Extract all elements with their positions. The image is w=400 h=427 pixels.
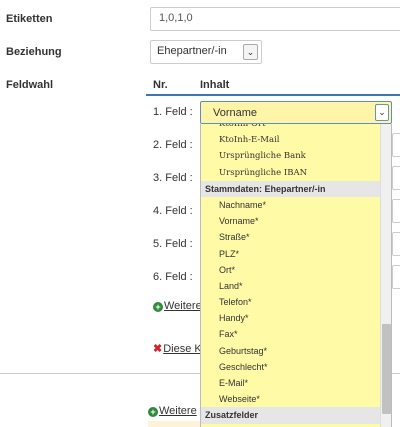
row-label-3: 3. Feld : (153, 172, 193, 184)
row-label-2: 2. Feld : (153, 139, 193, 151)
row-label-1: 1. Feld : (153, 106, 193, 118)
beziehung-select-value: Ehepartner/-in (157, 45, 227, 57)
chevron-down-icon[interactable]: ⌄ (243, 44, 258, 60)
dropdown-group-header: Zusatzfelder (201, 407, 381, 424)
dropdown-option[interactable]: Ursprüngliche IBAN (201, 165, 381, 181)
dropdown-options: KtoInh-Ort KtoInh-E-Mail Ursprüngliche Ban… (201, 124, 381, 424)
add-more-link-label: Weitere (159, 405, 197, 417)
add-more-link[interactable]: + Weitere (148, 405, 197, 417)
dropdown-option[interactable]: KtoInh-E-Mail (201, 132, 381, 148)
dropdown-option[interactable]: PLZ* (201, 246, 381, 262)
field-select-2[interactable] (392, 133, 400, 157)
notice-strip (148, 421, 200, 427)
scrollbar-thumb[interactable] (382, 324, 391, 414)
dropdown-option[interactable]: Ursprüngliche Bank (201, 148, 381, 164)
feldwahl-label: Feldwahl (6, 79, 54, 91)
row-label-5: 5. Feld : (153, 238, 193, 250)
delete-x-icon: ✖ (153, 343, 163, 355)
dropdown-option[interactable]: Vorname* (201, 213, 381, 229)
column-header-nr: Nr. (153, 79, 168, 91)
field-select-1[interactable]: Vorname ⌄ (200, 101, 392, 124)
dropdown-option[interactable]: Nachname* (201, 197, 381, 213)
add-field-link-label: Weitere (164, 300, 202, 312)
field-select-5[interactable] (392, 232, 400, 256)
row-label-4: 4. Feld : (153, 205, 193, 217)
etiketten-input[interactable]: 1,0,1,0 (150, 7, 400, 31)
dropdown-option[interactable]: Webseite* (201, 391, 381, 407)
dropdown-option[interactable]: Straße* (201, 229, 381, 245)
dropdown-option[interactable]: Fax* (201, 326, 381, 342)
beziehung-select[interactable]: Ehepartner/-in ⌄ (150, 40, 262, 64)
dropdown-option[interactable]: Geburtstag* (201, 343, 381, 359)
add-field-link[interactable]: + Weitere (153, 300, 202, 312)
chevron-down-icon[interactable]: ⌄ (375, 104, 389, 121)
etiketten-label: Etiketten (6, 13, 53, 25)
field-dropdown-list[interactable]: KtoInh-Ort KtoInh-E-Mail Ursprüngliche Ban… (200, 124, 392, 427)
dropdown-option[interactable]: Land* (201, 278, 381, 294)
dropdown-scrollbar[interactable] (380, 124, 391, 427)
field-select-1-value: Vorname (213, 107, 258, 119)
field-select-3[interactable] (392, 166, 400, 190)
field-select-4[interactable] (392, 199, 400, 223)
field-select-6[interactable] (392, 265, 400, 289)
column-header-inhalt: Inhalt (200, 79, 230, 91)
dropdown-option[interactable]: Handy* (201, 310, 381, 326)
beziehung-label: Beziehung (6, 46, 62, 58)
row-label-6: 6. Feld : (153, 271, 193, 283)
dropdown-option[interactable]: Ort* (201, 262, 381, 278)
header-divider (146, 94, 400, 96)
dropdown-option[interactable]: E-Mail* (201, 375, 381, 391)
dropdown-option[interactable]: KtoInh-Ort (201, 124, 381, 132)
plus-circle-icon: + (153, 302, 163, 312)
plus-circle-icon: + (148, 407, 158, 417)
dropdown-option[interactable]: Geschlecht* (201, 359, 381, 375)
dropdown-group-header: Stammdaten: Ehepartner/-in (201, 180, 381, 197)
dropdown-option[interactable]: Telefon* (201, 294, 381, 310)
